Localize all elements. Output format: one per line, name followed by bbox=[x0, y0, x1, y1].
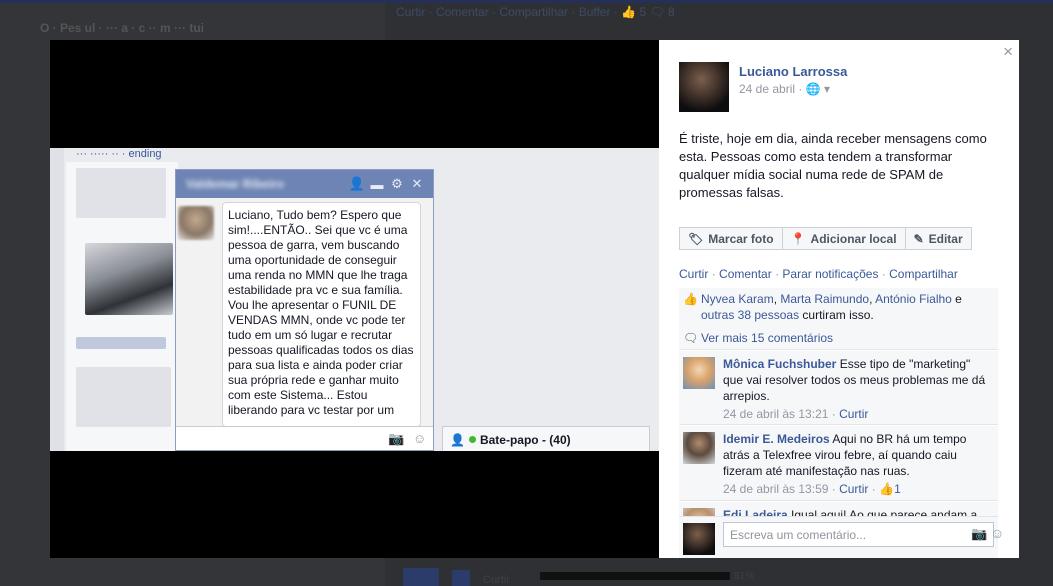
gear-icon: ⚙ bbox=[391, 176, 403, 191]
stop-notifications-link[interactable]: Parar notificações bbox=[782, 267, 878, 281]
other-likers-link[interactable]: outras 38 pessoas bbox=[701, 308, 799, 322]
online-dot-icon bbox=[468, 436, 476, 443]
add-location-button[interactable]: 📍 Adicionar local bbox=[781, 227, 906, 250]
people-icon: 👤 bbox=[450, 432, 465, 447]
post-date[interactable]: 24 de abril bbox=[739, 82, 795, 96]
comment-item: Mônica Fuchshuber Esse tipo de "marketin… bbox=[679, 351, 998, 425]
comment-like-link[interactable]: Curtir bbox=[839, 407, 868, 421]
photo-info-panel: × Luciano Larrossa 24 de abril · 🌐 ▾ É t… bbox=[659, 40, 1019, 558]
privacy-globe-icon[interactable]: · 🌐 ▾ bbox=[798, 82, 830, 96]
camera-icon: 📷 bbox=[388, 431, 405, 446]
commenter-avatar[interactable] bbox=[683, 432, 715, 464]
commenter-avatar[interactable] bbox=[683, 357, 715, 389]
photo-link-text: ··· ····· ·· · ending bbox=[76, 148, 162, 160]
photo-screenshot: ··· ····· ·· · ending Valdemar Ribeiro 👤… bbox=[50, 148, 659, 451]
pencil-icon: ✎ bbox=[913, 231, 924, 246]
location-pin-icon: 📍 bbox=[790, 231, 806, 246]
photo-left-strip bbox=[50, 148, 64, 451]
add-location-label: Adicionar local bbox=[810, 231, 897, 246]
chat-body: Luciano, Tudo bem? Espero que sim!....EN… bbox=[176, 198, 433, 427]
author-name[interactable]: Luciano Larrossa bbox=[739, 64, 847, 79]
background-feed-actions: Curtir · Comentar · Compartilhar · Buffe… bbox=[396, 5, 675, 19]
tag-photo-label: Marcar foto bbox=[708, 231, 774, 246]
close-icon[interactable]: × bbox=[1003, 42, 1013, 62]
post-text: É triste, hoje em dia, ainda receber men… bbox=[679, 131, 987, 200]
tag-photo-button[interactable]: 🏷 Marcar foto bbox=[679, 227, 783, 250]
post-action-links: Curtir · Comentar · Parar notificações ·… bbox=[679, 267, 958, 281]
liker-name[interactable]: Marta Raimundo bbox=[780, 292, 869, 306]
tag-icon: 🏷 bbox=[688, 231, 704, 246]
video-icon: ▬ bbox=[370, 176, 384, 192]
chat-title: Valdemar Ribeiro bbox=[186, 177, 285, 191]
comment-link[interactable]: Comentar bbox=[719, 267, 772, 281]
comment-composer: 📷 ☺ bbox=[679, 516, 1004, 558]
comment-meta: 24 de abril às 13:21 · Curtir bbox=[723, 407, 869, 421]
comment-like-count[interactable]: 👍1 bbox=[879, 482, 901, 496]
edit-label: Editar bbox=[928, 231, 963, 246]
comment-bubble-icon: 🗨 bbox=[683, 331, 699, 345]
photo-car-image bbox=[85, 243, 173, 315]
thumbs-up-icon: 👍 bbox=[879, 482, 895, 496]
share-link[interactable]: Compartilhar bbox=[889, 267, 958, 281]
background-thumbnail bbox=[403, 568, 439, 586]
chat-header: Valdemar Ribeiro 👤 ▬ ⚙ ✕ bbox=[176, 170, 433, 198]
chat-sidebar-tab: 👤 Bate-papo - (40) bbox=[442, 426, 650, 451]
liker-name[interactable]: António Fialho bbox=[875, 292, 952, 306]
commenter-name[interactable]: Mônica Fuchshuber bbox=[723, 357, 836, 371]
chat-window: Valdemar Ribeiro 👤 ▬ ⚙ ✕ Luciano, Tudo b… bbox=[175, 169, 434, 451]
add-friend-icon: 👤 bbox=[348, 176, 366, 191]
edit-button[interactable]: ✎ Editar bbox=[904, 227, 972, 250]
more-comments-row[interactable]: 🗨 Ver mais 15 comentários bbox=[679, 328, 998, 350]
chat-message: Luciano, Tudo bem? Espero que sim!....EN… bbox=[222, 202, 421, 427]
commenter-name[interactable]: Idemir E. Medeiros bbox=[723, 432, 830, 446]
comment-meta: 24 de abril às 13:59 · Curtir · 👍1 bbox=[723, 482, 901, 496]
background-thumbnail bbox=[452, 570, 470, 586]
thumbs-up-icon: 👍 bbox=[683, 292, 698, 306]
background-text: Curtir bbox=[483, 574, 510, 586]
close-icon: ✕ bbox=[411, 176, 423, 191]
photo-stage[interactable]: ··· ····· ·· · ending Valdemar Ribeiro 👤… bbox=[50, 40, 659, 558]
author-avatar[interactable] bbox=[679, 62, 729, 112]
like-link[interactable]: Curtir bbox=[679, 267, 708, 281]
emoji-icon[interactable]: ☺ bbox=[990, 525, 1004, 541]
background-progress-bar bbox=[540, 572, 730, 580]
comment-time[interactable]: 24 de abril às 13:59 bbox=[723, 482, 828, 496]
emoji-icon: ☺ bbox=[413, 431, 427, 446]
comment-time[interactable]: 24 de abril às 13:21 bbox=[723, 407, 828, 421]
comment-item: Idemir E. Medeiros Aqui no BR há um temp… bbox=[679, 426, 998, 501]
photo-actions: 🏷 Marcar foto 📍 Adicionar local ✎ Editar bbox=[679, 227, 972, 250]
post-meta: 24 de abril · 🌐 ▾ bbox=[739, 82, 830, 96]
comment-like-link[interactable]: Curtir bbox=[839, 482, 868, 496]
camera-icon[interactable]: 📷 bbox=[971, 526, 987, 542]
more-comments-link[interactable]: Ver mais 15 comentários bbox=[701, 331, 833, 345]
liker-name[interactable]: Nyvea Karam bbox=[701, 292, 774, 306]
viewer-avatar bbox=[683, 523, 715, 555]
background-progress-label: 51% bbox=[734, 571, 755, 582]
likes-summary: 👍 Nyvea Karam, Marta Raimundo, António F… bbox=[679, 288, 998, 330]
chat-sidebar-label: Bate-papo - (40) bbox=[479, 432, 571, 447]
chat-sender-avatar bbox=[178, 206, 214, 240]
comment-input[interactable] bbox=[723, 522, 994, 547]
chat-input-bar: 📷 ☺ bbox=[176, 426, 433, 450]
